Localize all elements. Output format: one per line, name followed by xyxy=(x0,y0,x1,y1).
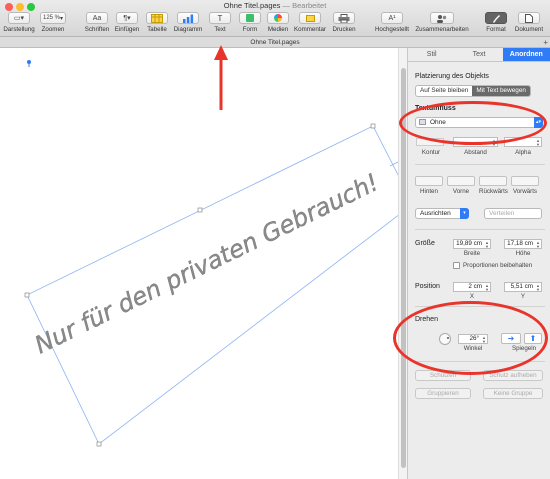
annotation-ring-wrap xyxy=(399,101,547,145)
annotation-arrow-head-icon xyxy=(214,45,228,60)
annotation-layer xyxy=(214,45,228,110)
annotation-ring-rotate xyxy=(393,301,548,375)
pages-window: Ohne Titel.pages — Bearbeitet ▭▾ Darstel… xyxy=(0,0,550,479)
